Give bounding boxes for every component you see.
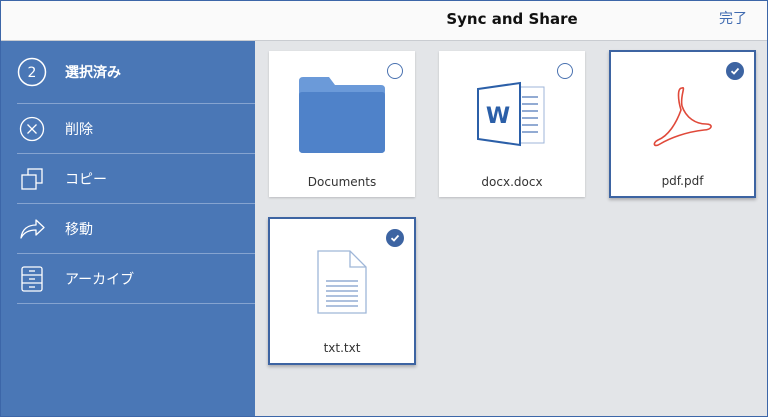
move-label: 移動 (65, 221, 93, 238)
selected-count: 2 (28, 65, 37, 81)
divider (17, 303, 255, 304)
selected-label: 選択済み (65, 64, 121, 81)
copy-label: コピー (65, 171, 107, 188)
count-circle-icon: 2 (17, 57, 47, 87)
close-circle-icon (17, 114, 47, 144)
delete-button[interactable]: 削除 (17, 104, 255, 153)
text-file-icon (270, 249, 414, 315)
word-document-icon: W (439, 81, 585, 147)
file-tile-pdf[interactable]: pdf.pdf (609, 50, 756, 198)
navigation-bar: Sync and Share 完了 (1, 1, 767, 41)
copy-button[interactable]: コピー (17, 154, 255, 203)
archive-button[interactable]: アーカイブ (17, 254, 255, 303)
file-name: Documents (307, 175, 377, 189)
file-tile-txt[interactable]: txt.txt (268, 217, 416, 365)
file-grid: Documents W docx.docx pdf.pdf txt.txt (255, 41, 767, 416)
move-button[interactable]: 移動 (17, 204, 255, 253)
selection-circle-icon[interactable] (557, 63, 573, 79)
file-tile-documents[interactable]: Documents (269, 51, 415, 197)
file-name: docx.docx (481, 175, 543, 189)
page-title: Sync and Share (446, 10, 578, 28)
checkmark-icon[interactable] (386, 229, 404, 247)
app-window: Sync and Share 完了 2 選択済み 削除 コピー 移動 アーカイブ… (0, 0, 768, 417)
archive-label: アーカイブ (65, 271, 135, 288)
copy-icon (17, 164, 47, 194)
move-arrow-icon (17, 214, 47, 244)
done-button[interactable]: 完了 (719, 1, 747, 40)
action-sidebar: 2 選択済み 削除 コピー 移動 アーカイブ (1, 41, 255, 416)
folder-icon (269, 77, 415, 153)
file-name: txt.txt (323, 341, 361, 355)
selection-summary: 2 選択済み (17, 47, 255, 96)
file-name: pdf.pdf (661, 174, 704, 188)
file-tile-docx[interactable]: W docx.docx (439, 51, 585, 197)
checkmark-icon[interactable] (726, 62, 744, 80)
pdf-icon (611, 82, 754, 152)
svg-text:W: W (486, 104, 510, 129)
delete-label: 削除 (65, 121, 93, 138)
archive-icon (17, 264, 47, 294)
